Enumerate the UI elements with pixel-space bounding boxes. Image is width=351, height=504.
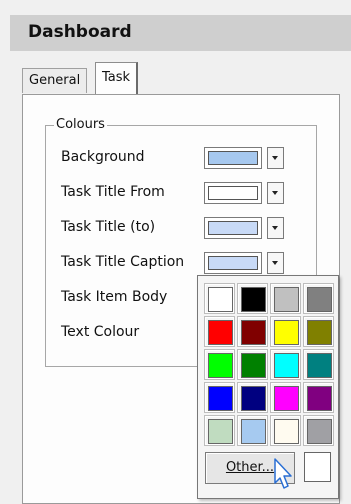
palette-color-cell[interactable]: [237, 382, 268, 413]
palette-color-cell[interactable]: [303, 382, 334, 413]
palette-color-cell[interactable]: [303, 415, 334, 446]
palette-color-fill: [208, 353, 233, 378]
tab-task-bar[interactable]: Task bar: [95, 62, 139, 115]
task-title-to-label: Task Title (to): [61, 219, 156, 235]
task-title-from-color-swatch: [208, 186, 258, 200]
palette-color-fill: [274, 419, 299, 444]
tab-general[interactable]: General: [22, 68, 88, 93]
task-title-from-dropdown-button[interactable]: [267, 182, 284, 204]
mouse-pointer-icon: [274, 458, 292, 489]
palette-color-fill: [274, 320, 299, 345]
palette-color-cell[interactable]: [270, 382, 301, 413]
chevron-down-icon: [272, 261, 278, 265]
palette-color-fill: [241, 287, 266, 312]
palette-color-cell[interactable]: [270, 415, 301, 446]
background-color-picker[interactable]: [204, 147, 262, 169]
chevron-down-icon: [272, 226, 278, 230]
task-title-from-label: Task Title From: [61, 184, 165, 200]
palette-color-cell[interactable]: [204, 415, 235, 446]
task-title-to-color-picker[interactable]: [204, 217, 262, 239]
palette-color-fill: [208, 419, 233, 444]
palette-color-fill: [241, 320, 266, 345]
background-dropdown-button[interactable]: [267, 147, 284, 169]
palette-color-fill: [274, 353, 299, 378]
palette-color-cell[interactable]: [237, 349, 268, 380]
palette-color-fill: [307, 419, 332, 444]
color-palette-popup: Other...: [197, 275, 339, 499]
task-title-to-dropdown-button[interactable]: [267, 217, 284, 239]
palette-color-fill: [307, 320, 332, 345]
palette-color-fill: [241, 419, 266, 444]
palette-color-fill: [307, 386, 332, 411]
palette-color-fill: [307, 287, 332, 312]
task-title-caption-color-picker[interactable]: [204, 252, 262, 274]
palette-color-cell[interactable]: [270, 283, 301, 314]
palette-color-cell[interactable]: [204, 349, 235, 380]
palette-color-fill: [241, 386, 266, 411]
colours-group-title: Colours: [54, 117, 107, 132]
palette-color-cell[interactable]: [303, 349, 334, 380]
palette-color-cell[interactable]: [303, 283, 334, 314]
palette-color-fill: [208, 320, 233, 345]
palette-color-fill: [208, 287, 233, 312]
task-title-to-color-swatch: [208, 221, 258, 235]
palette-color-cell[interactable]: [270, 349, 301, 380]
custom-color-swatch: [304, 452, 331, 482]
palette-color-fill: [274, 287, 299, 312]
other-color-button-label: Other...: [225, 460, 275, 475]
palette-color-cell[interactable]: [270, 316, 301, 347]
palette-color-cell[interactable]: [237, 415, 268, 446]
palette-color-cell[interactable]: [204, 382, 235, 413]
palette-color-cell[interactable]: [237, 316, 268, 347]
chevron-down-icon: [272, 191, 278, 195]
task-title-caption-color-swatch: [208, 256, 258, 270]
task-item-body-label: Task Item Body: [61, 289, 168, 305]
palette-color-cell[interactable]: [237, 283, 268, 314]
background-color-swatch: [208, 151, 258, 165]
palette-color-fill: [307, 353, 332, 378]
palette-color-cell[interactable]: [303, 316, 334, 347]
chevron-down-icon: [272, 156, 278, 160]
task-title-caption-dropdown-button[interactable]: [267, 252, 284, 274]
task-title-caption-label: Task Title Caption: [61, 254, 185, 270]
palette-color-fill: [274, 386, 299, 411]
text-colour-label: Text Colour: [61, 324, 140, 340]
window-header: Dashboard: [10, 15, 351, 51]
task-title-from-color-picker[interactable]: [204, 182, 262, 204]
palette-color-cell[interactable]: [204, 316, 235, 347]
palette-color-fill: [241, 353, 266, 378]
palette-color-fill: [208, 386, 233, 411]
background-label: Background: [61, 149, 145, 165]
palette-color-cell[interactable]: [204, 283, 235, 314]
window-title: Dashboard: [28, 22, 132, 42]
